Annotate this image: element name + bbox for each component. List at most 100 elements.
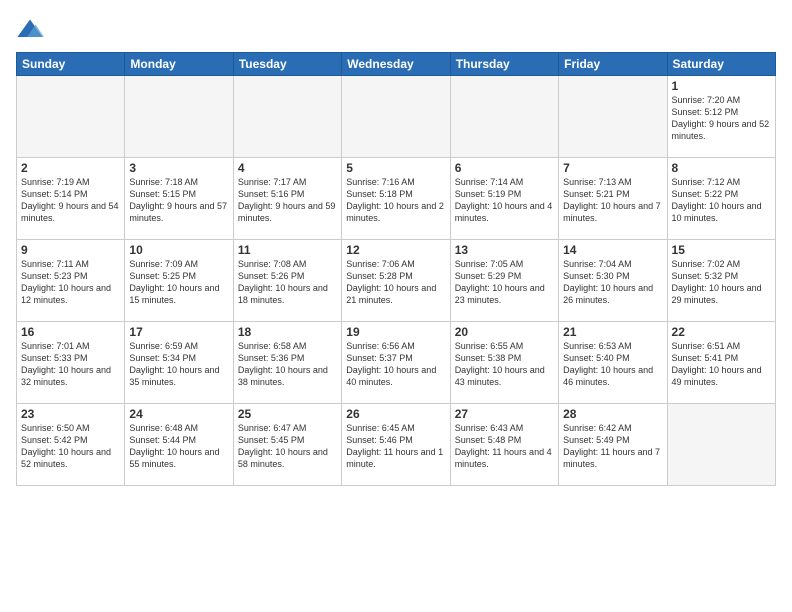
day-info: Sunrise: 7:13 AM Sunset: 5:21 PM Dayligh…: [563, 176, 662, 225]
day-number: 5: [346, 161, 445, 175]
day-info: Sunrise: 6:48 AM Sunset: 5:44 PM Dayligh…: [129, 422, 228, 471]
calendar-cell: 17Sunrise: 6:59 AM Sunset: 5:34 PM Dayli…: [125, 322, 233, 404]
day-number: 25: [238, 407, 337, 421]
day-info: Sunrise: 7:12 AM Sunset: 5:22 PM Dayligh…: [672, 176, 771, 225]
day-info: Sunrise: 7:02 AM Sunset: 5:32 PM Dayligh…: [672, 258, 771, 307]
day-number: 16: [21, 325, 120, 339]
week-row-3: 9Sunrise: 7:11 AM Sunset: 5:23 PM Daylig…: [17, 240, 776, 322]
calendar-cell: 5Sunrise: 7:16 AM Sunset: 5:18 PM Daylig…: [342, 158, 450, 240]
weekday-header-thursday: Thursday: [450, 53, 558, 76]
day-number: 7: [563, 161, 662, 175]
calendar-cell: 1Sunrise: 7:20 AM Sunset: 5:12 PM Daylig…: [667, 76, 775, 158]
day-info: Sunrise: 7:20 AM Sunset: 5:12 PM Dayligh…: [672, 94, 771, 143]
weekday-header-row: SundayMondayTuesdayWednesdayThursdayFrid…: [17, 53, 776, 76]
day-info: Sunrise: 7:09 AM Sunset: 5:25 PM Dayligh…: [129, 258, 228, 307]
day-number: 19: [346, 325, 445, 339]
day-number: 13: [455, 243, 554, 257]
calendar-cell: 8Sunrise: 7:12 AM Sunset: 5:22 PM Daylig…: [667, 158, 775, 240]
day-info: Sunrise: 7:11 AM Sunset: 5:23 PM Dayligh…: [21, 258, 120, 307]
calendar-cell: 12Sunrise: 7:06 AM Sunset: 5:28 PM Dayli…: [342, 240, 450, 322]
calendar-cell: 4Sunrise: 7:17 AM Sunset: 5:16 PM Daylig…: [233, 158, 341, 240]
day-info: Sunrise: 6:51 AM Sunset: 5:41 PM Dayligh…: [672, 340, 771, 389]
weekday-header-monday: Monday: [125, 53, 233, 76]
calendar-cell: 27Sunrise: 6:43 AM Sunset: 5:48 PM Dayli…: [450, 404, 558, 486]
calendar-cell: 2Sunrise: 7:19 AM Sunset: 5:14 PM Daylig…: [17, 158, 125, 240]
page-header: [16, 16, 776, 44]
week-row-4: 16Sunrise: 7:01 AM Sunset: 5:33 PM Dayli…: [17, 322, 776, 404]
day-info: Sunrise: 6:43 AM Sunset: 5:48 PM Dayligh…: [455, 422, 554, 471]
day-info: Sunrise: 7:14 AM Sunset: 5:19 PM Dayligh…: [455, 176, 554, 225]
calendar-cell: [17, 76, 125, 158]
day-number: 1: [672, 79, 771, 93]
day-info: Sunrise: 7:16 AM Sunset: 5:18 PM Dayligh…: [346, 176, 445, 225]
day-info: Sunrise: 6:58 AM Sunset: 5:36 PM Dayligh…: [238, 340, 337, 389]
weekday-header-friday: Friday: [559, 53, 667, 76]
calendar-cell: 18Sunrise: 6:58 AM Sunset: 5:36 PM Dayli…: [233, 322, 341, 404]
calendar-cell: 9Sunrise: 7:11 AM Sunset: 5:23 PM Daylig…: [17, 240, 125, 322]
weekday-header-wednesday: Wednesday: [342, 53, 450, 76]
calendar-cell: 24Sunrise: 6:48 AM Sunset: 5:44 PM Dayli…: [125, 404, 233, 486]
day-info: Sunrise: 7:19 AM Sunset: 5:14 PM Dayligh…: [21, 176, 120, 225]
day-info: Sunrise: 6:47 AM Sunset: 5:45 PM Dayligh…: [238, 422, 337, 471]
calendar-cell: 13Sunrise: 7:05 AM Sunset: 5:29 PM Dayli…: [450, 240, 558, 322]
weekday-header-tuesday: Tuesday: [233, 53, 341, 76]
calendar-cell: 7Sunrise: 7:13 AM Sunset: 5:21 PM Daylig…: [559, 158, 667, 240]
day-number: 3: [129, 161, 228, 175]
calendar-cell: 15Sunrise: 7:02 AM Sunset: 5:32 PM Dayli…: [667, 240, 775, 322]
calendar-cell: 11Sunrise: 7:08 AM Sunset: 5:26 PM Dayli…: [233, 240, 341, 322]
day-info: Sunrise: 7:04 AM Sunset: 5:30 PM Dayligh…: [563, 258, 662, 307]
day-number: 4: [238, 161, 337, 175]
calendar-cell: 6Sunrise: 7:14 AM Sunset: 5:19 PM Daylig…: [450, 158, 558, 240]
day-number: 26: [346, 407, 445, 421]
day-number: 6: [455, 161, 554, 175]
calendar-cell: [450, 76, 558, 158]
day-info: Sunrise: 7:18 AM Sunset: 5:15 PM Dayligh…: [129, 176, 228, 225]
day-info: Sunrise: 6:56 AM Sunset: 5:37 PM Dayligh…: [346, 340, 445, 389]
calendar-cell: 25Sunrise: 6:47 AM Sunset: 5:45 PM Dayli…: [233, 404, 341, 486]
day-info: Sunrise: 7:17 AM Sunset: 5:16 PM Dayligh…: [238, 176, 337, 225]
calendar-cell: [125, 76, 233, 158]
day-number: 28: [563, 407, 662, 421]
day-info: Sunrise: 6:42 AM Sunset: 5:49 PM Dayligh…: [563, 422, 662, 471]
calendar-cell: 16Sunrise: 7:01 AM Sunset: 5:33 PM Dayli…: [17, 322, 125, 404]
calendar-cell: [559, 76, 667, 158]
day-info: Sunrise: 7:06 AM Sunset: 5:28 PM Dayligh…: [346, 258, 445, 307]
day-info: Sunrise: 7:05 AM Sunset: 5:29 PM Dayligh…: [455, 258, 554, 307]
day-info: Sunrise: 7:08 AM Sunset: 5:26 PM Dayligh…: [238, 258, 337, 307]
calendar-table: SundayMondayTuesdayWednesdayThursdayFrid…: [16, 52, 776, 486]
calendar-cell: 3Sunrise: 7:18 AM Sunset: 5:15 PM Daylig…: [125, 158, 233, 240]
calendar-cell: 23Sunrise: 6:50 AM Sunset: 5:42 PM Dayli…: [17, 404, 125, 486]
day-number: 11: [238, 243, 337, 257]
day-number: 10: [129, 243, 228, 257]
day-number: 9: [21, 243, 120, 257]
calendar-cell: [667, 404, 775, 486]
week-row-2: 2Sunrise: 7:19 AM Sunset: 5:14 PM Daylig…: [17, 158, 776, 240]
day-info: Sunrise: 6:45 AM Sunset: 5:46 PM Dayligh…: [346, 422, 445, 471]
day-info: Sunrise: 6:59 AM Sunset: 5:34 PM Dayligh…: [129, 340, 228, 389]
day-info: Sunrise: 6:50 AM Sunset: 5:42 PM Dayligh…: [21, 422, 120, 471]
day-number: 20: [455, 325, 554, 339]
calendar-cell: 20Sunrise: 6:55 AM Sunset: 5:38 PM Dayli…: [450, 322, 558, 404]
calendar-cell: 26Sunrise: 6:45 AM Sunset: 5:46 PM Dayli…: [342, 404, 450, 486]
calendar-cell: [342, 76, 450, 158]
day-number: 22: [672, 325, 771, 339]
calendar-cell: [233, 76, 341, 158]
weekday-header-saturday: Saturday: [667, 53, 775, 76]
logo: [16, 16, 48, 44]
calendar-cell: 22Sunrise: 6:51 AM Sunset: 5:41 PM Dayli…: [667, 322, 775, 404]
day-number: 2: [21, 161, 120, 175]
day-number: 8: [672, 161, 771, 175]
calendar-cell: 10Sunrise: 7:09 AM Sunset: 5:25 PM Dayli…: [125, 240, 233, 322]
logo-icon: [16, 16, 44, 44]
week-row-5: 23Sunrise: 6:50 AM Sunset: 5:42 PM Dayli…: [17, 404, 776, 486]
day-number: 23: [21, 407, 120, 421]
weekday-header-sunday: Sunday: [17, 53, 125, 76]
day-number: 24: [129, 407, 228, 421]
calendar-cell: 14Sunrise: 7:04 AM Sunset: 5:30 PM Dayli…: [559, 240, 667, 322]
day-number: 18: [238, 325, 337, 339]
day-number: 12: [346, 243, 445, 257]
day-info: Sunrise: 6:53 AM Sunset: 5:40 PM Dayligh…: [563, 340, 662, 389]
day-info: Sunrise: 7:01 AM Sunset: 5:33 PM Dayligh…: [21, 340, 120, 389]
calendar-cell: 21Sunrise: 6:53 AM Sunset: 5:40 PM Dayli…: [559, 322, 667, 404]
day-number: 21: [563, 325, 662, 339]
